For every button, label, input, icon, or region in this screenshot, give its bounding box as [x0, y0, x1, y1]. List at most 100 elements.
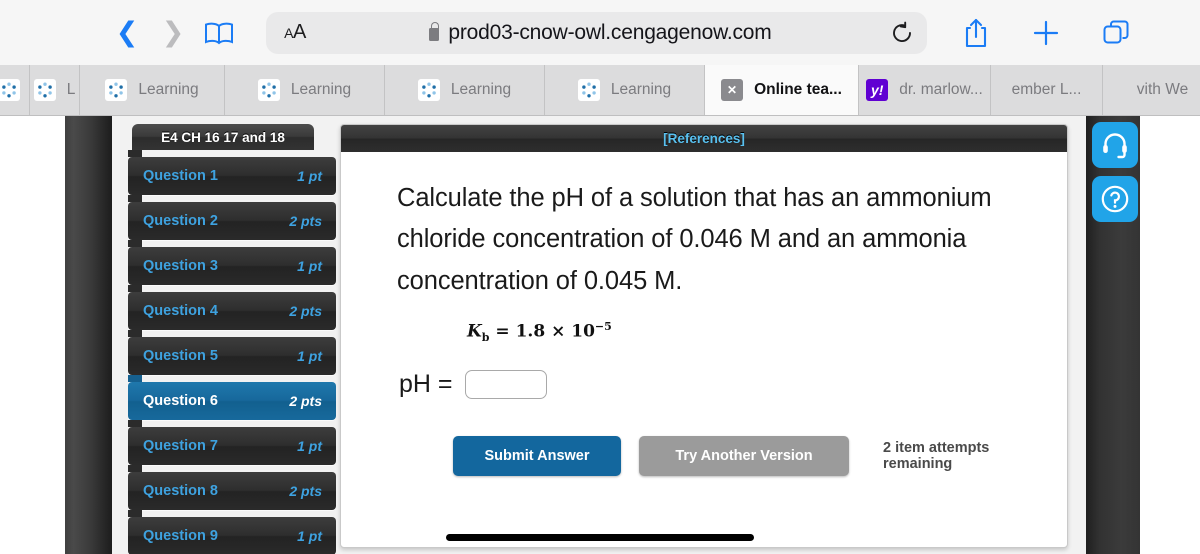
browser-tab[interactable]: Learning	[225, 65, 385, 115]
question-list-item-label: Question 7	[143, 438, 218, 454]
browser-tab[interactable]: ✕ Online tea...	[705, 65, 859, 115]
question-card: [References] Calculate the pH of a solut…	[340, 124, 1068, 548]
question-list-item[interactable]: Question 6 2 pts	[128, 375, 336, 420]
browser-tab-label: vith We	[1136, 81, 1189, 98]
question-navigation: E4 CH 16 17 and 18 Question 11 pt Questio…	[128, 124, 336, 554]
try-another-version-button[interactable]: Try Another Version	[639, 435, 849, 476]
browser-toolbar: ❮ ❯ AA prod03-cnow-owl.cengagenow.com	[0, 0, 1200, 65]
yahoo-favicon: y!	[866, 79, 889, 101]
tabs-icon[interactable]	[1093, 10, 1139, 56]
forward-chevron-icon[interactable]: ❯	[150, 10, 196, 56]
ph-label: pH =	[399, 369, 453, 398]
question-mark-icon[interactable]	[1092, 176, 1138, 222]
browser-tab[interactable]	[0, 65, 30, 115]
browser-tab[interactable]: Learning	[80, 65, 225, 115]
question-list-item-points: 2 pts	[289, 483, 322, 499]
kb-subscript: b	[481, 330, 490, 344]
reload-icon[interactable]	[877, 11, 927, 54]
text-size-small-label: A	[284, 24, 293, 41]
share-icon[interactable]	[953, 10, 999, 56]
browser-tab[interactable]: vith We	[1103, 65, 1200, 115]
question-card-body: Calculate the pH of a solution that has …	[341, 152, 1067, 476]
browser-tab[interactable]: ember L...	[991, 65, 1103, 115]
web-page-content: E4 CH 16 17 and 18 Question 11 pt Questio…	[0, 116, 1200, 554]
learning-favicon	[577, 79, 600, 101]
question-list-item-label: Question 5	[143, 348, 218, 364]
browser-tab-label: Learning	[138, 81, 199, 98]
browser-tab[interactable]: y! dr. marlow...	[859, 65, 991, 115]
question-list-item-points: 2 pts	[289, 213, 322, 229]
question-list-item-points: 1 pt	[297, 168, 322, 184]
submit-answer-button[interactable]: Submit Answer	[453, 435, 621, 476]
browser-tab[interactable]: Learning	[385, 65, 545, 115]
kb-symbol: K	[467, 321, 482, 342]
question-list-item-points: 1 pt	[297, 348, 322, 364]
question-card-header: [References]	[341, 125, 1067, 152]
ph-answer-input[interactable]	[464, 369, 547, 399]
learning-favicon	[105, 79, 128, 101]
question-list-item[interactable]: Question 4 2 pts	[128, 285, 336, 330]
navigation-buttons: ❮ ❯	[104, 10, 242, 56]
lock-icon	[429, 22, 440, 41]
question-list-item[interactable]: Question 5 1 pt	[128, 330, 336, 375]
kb-equals: =	[495, 321, 510, 342]
question-prompt: Calculate the pH of a solution that has …	[397, 184, 992, 295]
references-link[interactable]: [References]	[663, 131, 745, 146]
kb-times: ×	[551, 321, 566, 342]
learning-favicon	[0, 79, 20, 101]
plus-icon[interactable]	[1023, 10, 1069, 56]
assignment-title: E4 CH 16 17 and 18	[132, 124, 314, 150]
address-bar[interactable]: prod03-cnow-owl.cengagenow.com	[324, 11, 877, 54]
text-size-large-label: A	[293, 21, 306, 43]
question-list-item[interactable]: Question 8 2 pts	[128, 465, 336, 510]
browser-tab-label: dr. marlow...	[899, 81, 983, 98]
text-size-button[interactable]: AA	[266, 11, 324, 54]
question-list-item-label: Question 6	[143, 393, 218, 409]
attempts-remaining-text: 2 item attempts remaining	[883, 439, 990, 472]
toolbar-right-icons	[953, 10, 1139, 56]
question-list-item-label: Question 4	[143, 303, 218, 319]
browser-tab[interactable]: Learning	[545, 65, 705, 115]
floating-help-buttons	[1092, 122, 1138, 222]
question-list-item[interactable]: Question 3 1 pt	[128, 240, 336, 285]
kb-base: 10	[571, 321, 595, 342]
learning-favicon	[417, 79, 440, 101]
question-list-item-label: Question 8	[143, 483, 218, 499]
browser-tab-label: Learning	[450, 81, 512, 98]
action-buttons: Submit Answer Try Another Version 2 item…	[453, 435, 1033, 476]
browser-tab-label: L	[66, 81, 76, 98]
left-gradient-rail	[65, 116, 112, 554]
headset-icon[interactable]	[1092, 122, 1138, 168]
question-list: Question 1 1 pt Question 2 2 pts Question 3 1…	[128, 150, 336, 554]
answer-row: pH =	[399, 369, 1033, 399]
kb-exponent: −5	[594, 319, 612, 333]
question-list-item[interactable]: Question 2 2 pts	[128, 195, 336, 240]
question-list-item-points: 1 pt	[297, 528, 322, 544]
browser-tab[interactable]: L	[30, 65, 80, 115]
learning-favicon	[257, 79, 280, 101]
question-list-item-points: 2 pts	[289, 393, 322, 409]
url-text: prod03-cnow-owl.cengagenow.com	[448, 20, 772, 44]
question-list-item[interactable]: Question 7 1 pt	[128, 420, 336, 465]
question-list-item-points: 1 pt	[297, 438, 322, 454]
question-list-item-points: 2 pts	[289, 303, 322, 319]
question-list-item-label: Question 3	[143, 258, 218, 274]
browser-tab-label: Learning	[610, 81, 672, 98]
question-list-item-label: Question 9	[143, 528, 218, 544]
browser-tab-label: Online tea...	[754, 81, 842, 98]
x-favicon: ✕	[721, 79, 744, 101]
book-icon[interactable]	[196, 10, 242, 56]
question-list-item-label: Question 2	[143, 213, 218, 229]
home-indicator	[446, 534, 754, 541]
back-chevron-icon[interactable]: ❮	[104, 10, 150, 56]
question-list-item[interactable]: Question 1 1 pt	[128, 150, 336, 195]
kb-formula: Kb = 1.8 × 10−5	[467, 320, 1033, 344]
tab-strip: L Learning Learning Learning Learning ✕ Online…	[0, 65, 1200, 116]
question-list-item[interactable]: Question 9 1 pt	[128, 510, 336, 554]
learning-favicon	[33, 79, 56, 101]
question-list-item-points: 1 pt	[297, 258, 322, 274]
browser-tab-label: Learning	[290, 81, 352, 98]
browser-tab-label: ember L...	[1011, 81, 1082, 98]
kb-mantissa: 1.8	[515, 321, 546, 342]
question-list-item-label: Question 1	[143, 168, 218, 184]
